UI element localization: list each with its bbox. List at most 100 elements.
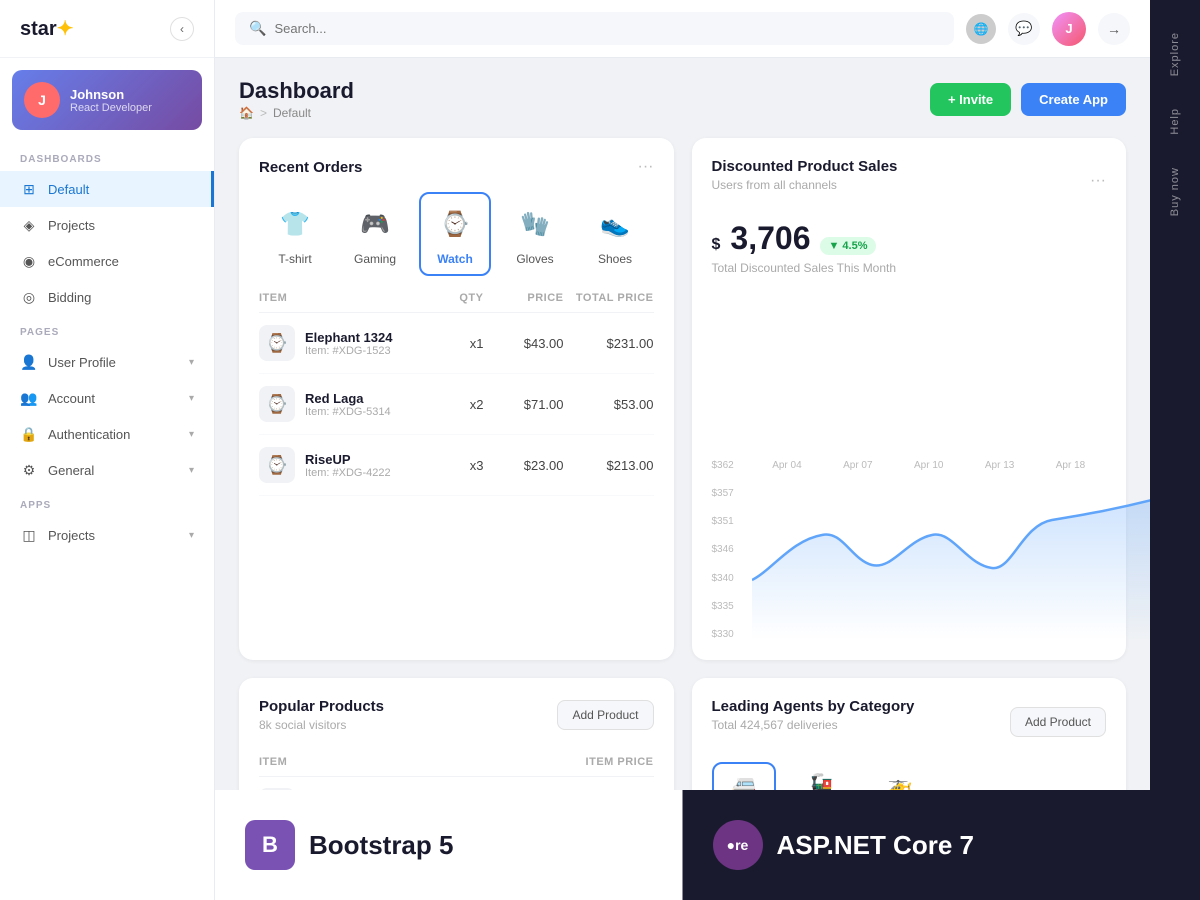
sidebar-item-label: User Profile	[48, 355, 116, 370]
bottom-overlay: B Bootstrap 5 ●re ASP.NET Core 7	[215, 790, 1150, 900]
card-menu-icon[interactable]: ···	[638, 158, 654, 176]
sidebar-item-bidding[interactable]: ◎ Bidding	[0, 279, 214, 315]
logo-star: ✦	[57, 18, 74, 40]
topbar-notifications-button[interactable]: 💬	[1008, 13, 1040, 45]
table-row: ⌚ Red Laga Item: #XDG-5314 x2 $71.00 $53…	[259, 374, 654, 435]
page-title: Dashboard	[239, 78, 354, 104]
right-panel: Explore Help Buy now	[1150, 0, 1200, 900]
popular-products-subtitle: 8k social visitors	[259, 718, 384, 732]
sidebar-collapse-button[interactable]: ‹	[170, 17, 194, 41]
explore-button[interactable]: Explore	[1161, 16, 1189, 92]
user-name: Johnson	[70, 87, 152, 102]
sidebar-item-authentication[interactable]: 🔒 Authentication ▾	[0, 416, 214, 452]
gaming-icon: 🎮	[353, 202, 397, 246]
tab-tshirt[interactable]: 👕 T-shirt	[259, 192, 331, 276]
discounted-sales-card: Discounted Product Sales Users from all …	[692, 138, 1127, 660]
content-area: Dashboard 🏠 > Default + Invite Create Ap…	[215, 58, 1150, 900]
products-table-header: ITEM ITEM PRICE	[259, 748, 654, 777]
sales-number: 3,706	[730, 220, 810, 257]
sidebar-item-projects[interactable]: ◈ Projects	[0, 207, 214, 243]
add-agent-button[interactable]: Add Product	[1010, 707, 1106, 737]
sidebar-item-apps-projects[interactable]: ◫ Projects ▾	[0, 517, 214, 553]
section-pages-label: PAGES	[0, 315, 214, 344]
aspnet-icon: ●re	[713, 820, 763, 870]
chevron-down-icon: ▾	[189, 429, 194, 440]
tab-watch[interactable]: ⌚ Watch	[419, 192, 491, 276]
auth-icon: 🔒	[20, 425, 38, 443]
sidebar-item-user-profile[interactable]: 👤 User Profile ▾	[0, 344, 214, 380]
popular-products-title: Popular Products	[259, 698, 384, 715]
chevron-down-icon: ▾	[189, 530, 194, 541]
watch-icon: ⌚	[433, 202, 477, 246]
general-icon: ⚙	[20, 461, 38, 479]
chevron-down-icon: ▾	[189, 357, 194, 368]
chevron-down-icon: ▾	[189, 465, 194, 476]
table-row: ⌚ Elephant 1324 Item: #XDG-1523 x1 $43.0…	[259, 313, 654, 374]
topbar-globe-icon[interactable]: 🌐	[966, 14, 996, 44]
topbar-arrow-button[interactable]: →	[1098, 13, 1130, 45]
sidebar-item-account[interactable]: 👥 Account ▾	[0, 380, 214, 416]
recent-orders-title: Recent Orders	[259, 159, 362, 176]
sidebar-item-default[interactable]: ⊞ Default	[0, 171, 214, 207]
sales-description: Total Discounted Sales This Month	[712, 261, 1107, 275]
sidebar-item-label: Account	[48, 391, 95, 406]
sales-card-menu-icon[interactable]: ···	[1090, 172, 1106, 190]
agents-title: Leading Agents by Category	[712, 698, 915, 715]
table-row: ⌚ RiseUP Item: #XDG-4222 x3 $23.00 $213.…	[259, 435, 654, 496]
topbar: 🔍 🌐 💬 J →	[215, 0, 1150, 58]
section-apps-label: APPS	[0, 488, 214, 517]
table-header: ITEM QTY PRICE TOTAL PRICE	[259, 292, 654, 313]
search-icon: 🔍	[249, 20, 266, 37]
order-product-image: ⌚	[259, 386, 295, 422]
order-product-image: ⌚	[259, 447, 295, 483]
create-app-button[interactable]: Create App	[1021, 83, 1126, 116]
tab-gaming[interactable]: 🎮 Gaming	[339, 192, 411, 276]
tab-shoes[interactable]: 👟 Shoes	[579, 192, 651, 276]
app-logo: star✦	[20, 16, 73, 41]
aspnet-title: ASP.NET Core 7	[777, 830, 974, 861]
sidebar-item-label: General	[48, 463, 94, 478]
category-tabs: 👕 T-shirt 🎮 Gaming ⌚ Watch 🧤 Gloves	[259, 192, 654, 276]
user-role: React Developer	[70, 102, 152, 114]
sales-chart: $362 $357 $351 $346 $340 $335 $330	[712, 460, 1107, 640]
sidebar: star✦ ‹ J Johnson React Developer DASHBO…	[0, 0, 215, 900]
topbar-user-avatar[interactable]: J	[1052, 12, 1086, 46]
search-box[interactable]: 🔍	[235, 12, 954, 45]
main-area: 🔍 🌐 💬 J → Dashboard 🏠 > Default + Invite	[215, 0, 1150, 900]
user-profile-icon: 👤	[20, 353, 38, 371]
sales-amount: $ 3,706 ▼ 4.5%	[712, 220, 1107, 257]
page-header: Dashboard 🏠 > Default + Invite Create Ap…	[239, 78, 1126, 120]
recent-orders-header: Recent Orders ···	[259, 158, 654, 176]
buy-now-button[interactable]: Buy now	[1161, 151, 1189, 232]
breadcrumb-separator: >	[260, 106, 267, 120]
bidding-icon: ◎	[20, 288, 38, 306]
sidebar-item-general[interactable]: ⚙ General ▾	[0, 452, 214, 488]
chevron-down-icon: ▾	[189, 393, 194, 404]
sidebar-logo-bar: star✦ ‹	[0, 0, 214, 58]
recent-orders-card: Recent Orders ··· 👕 T-shirt 🎮 Gaming ⌚ W…	[239, 138, 674, 660]
orders-table: ITEM QTY PRICE TOTAL PRICE ⌚ Elephant 13…	[259, 292, 654, 496]
avatar: J	[24, 82, 60, 118]
chart-y-labels: $362 $357 $351 $346 $340 $335 $330	[712, 460, 734, 640]
bootstrap-title: Bootstrap 5	[309, 830, 453, 861]
sidebar-item-ecommerce[interactable]: ◉ eCommerce	[0, 243, 214, 279]
home-icon: 🏠	[239, 106, 254, 120]
help-button[interactable]: Help	[1161, 92, 1189, 151]
projects-icon: ◈	[20, 216, 38, 234]
sidebar-item-label: Projects	[48, 218, 95, 233]
bootstrap-promo: B Bootstrap 5	[215, 820, 683, 870]
tab-gloves[interactable]: 🧤 Gloves	[499, 192, 571, 276]
apps-projects-icon: ◫	[20, 526, 38, 544]
search-input[interactable]	[274, 21, 474, 36]
shoes-icon: 👟	[593, 202, 637, 246]
sales-subtitle: Users from all channels	[712, 178, 898, 192]
invite-button[interactable]: + Invite	[930, 83, 1011, 116]
sales-badge: ▼ 4.5%	[820, 237, 875, 255]
breadcrumb-current: Default	[273, 106, 311, 120]
topbar-actions: 🌐 💬 J →	[966, 12, 1130, 46]
add-product-button[interactable]: Add Product	[557, 700, 653, 730]
account-icon: 👥	[20, 389, 38, 407]
sidebar-item-label: Projects	[48, 528, 95, 543]
sales-card-header: Discounted Product Sales Users from all …	[712, 158, 1107, 204]
sidebar-item-label: Bidding	[48, 290, 91, 305]
